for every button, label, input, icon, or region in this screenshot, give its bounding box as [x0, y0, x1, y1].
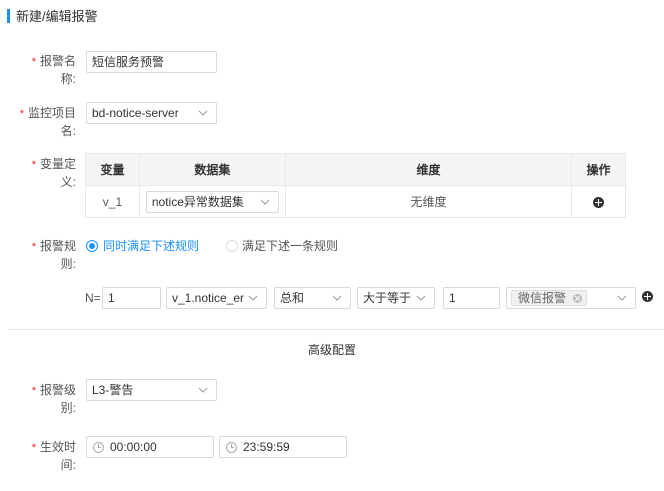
chevron-down-icon [260, 199, 270, 205]
column-header: 操作 [571, 153, 626, 186]
chevron-down-icon [332, 295, 342, 301]
end-time-input[interactable]: 23:59:59 [219, 436, 347, 458]
operator-select[interactable]: 大于等于 [357, 287, 435, 309]
time-label: * 生效时 间: [31, 440, 76, 472]
dataset-select[interactable]: notice异常数据集 [145, 190, 279, 213]
table-row: v_1 notice异常数据集 无维度 [85, 185, 626, 218]
chevron-down-icon [617, 295, 627, 301]
project-select[interactable]: bd-notice-server [86, 102, 217, 124]
rule-variable-value: v_1.notice_er [172, 291, 245, 305]
add-rule-icon[interactable] [642, 291, 653, 302]
variables-label: * 变量定 义: [31, 157, 76, 189]
chevron-down-icon [416, 295, 426, 301]
chevron-down-icon [198, 110, 208, 116]
dimension-cell: 无维度 [284, 185, 573, 218]
rule-variable-select[interactable]: v_1.notice_er [166, 287, 267, 309]
alarm-name-input[interactable]: 短信服务预警 [86, 51, 217, 73]
section-divider [8, 329, 664, 330]
clock-icon [93, 442, 104, 453]
level-select[interactable]: L3-警告 [86, 379, 217, 401]
channel-select[interactable]: 微信报警 [506, 287, 636, 309]
n-input[interactable]: 1 [102, 287, 161, 309]
dataset-value: notice异常数据集 [151, 194, 244, 209]
n-value: 1 [108, 291, 115, 305]
project-value: bd-notice-server [92, 106, 179, 120]
rule-all-radio[interactable] [86, 240, 98, 252]
rules-label: * 报警规 则: [31, 239, 76, 271]
dataset-cell: notice异常数据集 [138, 185, 286, 218]
action-cell [571, 185, 626, 218]
rule-any-radio[interactable] [226, 240, 238, 252]
threshold-input[interactable]: 1 [443, 287, 500, 309]
aggregate-select[interactable]: 总和 [274, 287, 351, 309]
rule-any-label[interactable]: 满足下述一条规则 [242, 238, 338, 254]
level-label: * 报警级 别: [31, 383, 76, 415]
alarm-name-label: * 报警名 称: [31, 54, 76, 86]
clock-icon [226, 442, 237, 453]
title-accent-bar [7, 9, 10, 23]
column-header: 变量 [85, 153, 140, 186]
chevron-down-icon [248, 295, 258, 301]
operator-value: 大于等于 [363, 291, 412, 305]
rule-all-label[interactable]: 同时满足下述规则 [103, 238, 199, 254]
project-label: * 监控项目 名: [19, 106, 76, 138]
end-time-value: 23:59:59 [243, 440, 290, 454]
advanced-section-title: 高级配置 [307, 343, 356, 357]
channel-tag: 微信报警 [511, 290, 588, 306]
start-time-input[interactable]: 00:00:00 [86, 436, 214, 458]
table-header-row: 变量 数据集 维度 操作 [85, 153, 626, 186]
aggregate-value: 总和 [280, 291, 305, 305]
channel-tag-label: 微信报警 [518, 291, 567, 305]
variable-cell: v_1 [85, 185, 140, 218]
column-header: 数据集 [138, 153, 286, 186]
n-label: N= [85, 291, 101, 305]
chevron-down-icon [198, 387, 208, 393]
add-variable-icon[interactable] [593, 196, 605, 208]
alarm-name-value: 短信服务预警 [92, 55, 165, 69]
page-title: 新建/编辑报警 [16, 9, 98, 24]
level-value: L3-警告 [92, 383, 134, 397]
threshold-value: 1 [449, 291, 456, 305]
close-icon[interactable] [573, 294, 583, 303]
start-time-value: 00:00:00 [110, 440, 157, 454]
column-header: 维度 [284, 153, 573, 186]
variables-table: 变量 数据集 维度 操作 v_1 notice异常数据集 无维度 [85, 153, 626, 218]
